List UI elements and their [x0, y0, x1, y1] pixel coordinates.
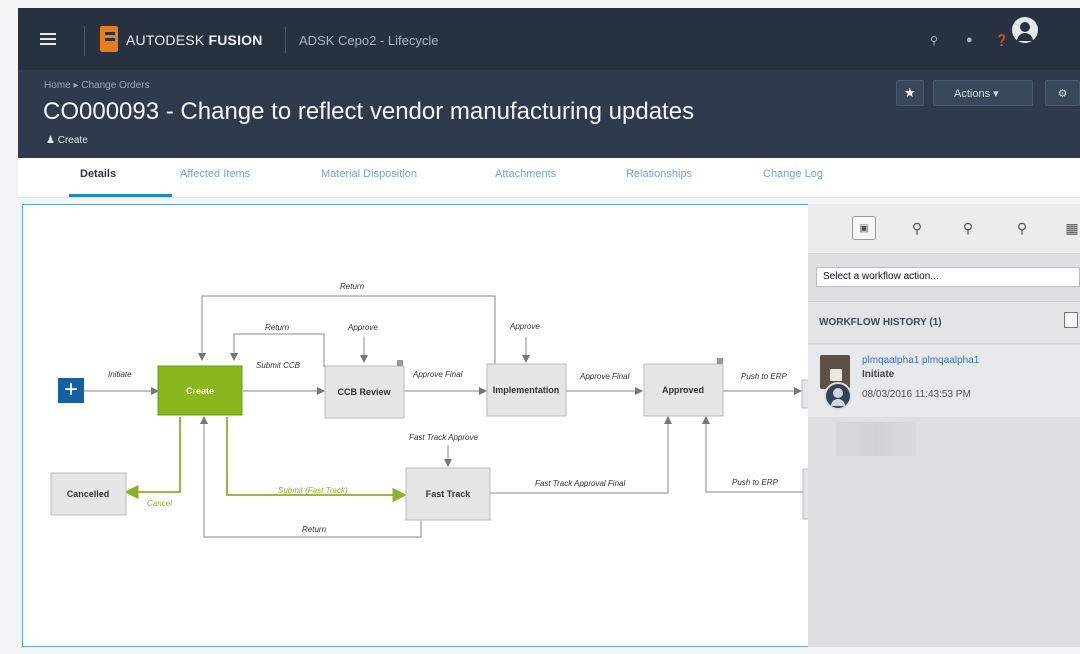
workflow-history-header: WORKFLOW HISTORY (1): [808, 301, 1080, 344]
history-report-icon[interactable]: [1064, 312, 1078, 328]
workspace-name[interactable]: ADSK Cepo2 - Lifecycle: [299, 33, 438, 48]
workflow-sidebar: ▣ ⚲ ⚲ ⚲ ▦ Select a workflow action... WO…: [808, 204, 1080, 647]
label-return-top: Return: [340, 282, 365, 291]
zoom-in-icon[interactable]: ⚲: [956, 216, 980, 240]
label-cancel: Cancel: [147, 499, 172, 508]
lock-icon: [397, 360, 403, 366]
state-label-fast-track: Fast Track: [426, 489, 472, 499]
tab-material-disposition[interactable]: Material Disposition: [321, 168, 417, 180]
label-push-erp-2: Push to ERP: [732, 478, 778, 487]
label-initiate: Initiate: [108, 370, 132, 379]
divider: [84, 26, 85, 56]
plus-icon: +: [64, 376, 78, 403]
help-icon[interactable]: ❓: [995, 34, 1009, 47]
edge-submit-fast: [226, 417, 407, 503]
entry-user[interactable]: plmqaalpha1 plmqaalpha1: [862, 355, 979, 366]
workflow-canvas[interactable]: + Create CCB Review Implementation Appro…: [22, 204, 816, 647]
label-return-bottom: Return: [302, 525, 327, 534]
zoom-toolbar: ▣ ⚲ ⚲ ⚲ ▦: [808, 204, 1080, 254]
label-approve-final-1: Approve Final: [412, 370, 463, 379]
state-label-implementation: Implementation: [493, 385, 560, 395]
fusion-logo-icon: [100, 26, 118, 52]
more-button[interactable]: ⚙: [1045, 80, 1080, 106]
state-label-cancelled: Cancelled: [67, 489, 110, 499]
label-approve-final-2: Approve Final: [579, 372, 630, 381]
history-entry: plmqaalpha1 plmqaalpha1 Initiate 08/03/2…: [808, 345, 1080, 417]
breadcrumb[interactable]: Home ▸ Change Orders: [44, 80, 150, 91]
label-approve-impl: Approve: [509, 322, 540, 331]
edge-cancel: [124, 417, 181, 500]
entry-avatar-icon: [824, 382, 852, 410]
search-icon[interactable]: ⚲: [930, 34, 938, 47]
state-label-approved: Approved: [662, 385, 704, 395]
tab-affected-items[interactable]: Affected Items: [180, 168, 250, 180]
tab-details[interactable]: Details: [80, 168, 116, 180]
gear-icon: ⚙: [1057, 88, 1068, 100]
workflow-history-title: WORKFLOW HISTORY (1): [819, 317, 942, 328]
state-label-ccb-review: CCB Review: [337, 387, 391, 397]
label-fast-track-approve: Fast Track Approve: [409, 433, 478, 442]
table-view-icon[interactable]: ▦: [1060, 216, 1080, 240]
label-fast-track-final: Fast Track Approval Final: [535, 479, 625, 488]
entry-timestamp: 08/03/2016 11:43:53 PM: [862, 389, 971, 400]
active-tab-indicator: [69, 194, 172, 197]
zoom-out-icon[interactable]: ⚲: [1010, 216, 1034, 240]
tab-attachments[interactable]: Attachments: [495, 168, 556, 180]
user-icon: ♟: [46, 135, 55, 146]
entry-action: Initiate: [862, 369, 895, 380]
fit-view-icon[interactable]: ▣: [852, 216, 876, 240]
page-title: CO000093 - Change to reflect vendor manu…: [43, 98, 695, 125]
divider: [285, 27, 286, 53]
tab-relationships[interactable]: Relationships: [626, 168, 692, 180]
brand-name: AUTODESK FUSION: [126, 32, 263, 48]
user-avatar-icon[interactable]: [1012, 17, 1038, 43]
actions-button[interactable]: Actions ▾: [933, 80, 1033, 106]
top-bar: AUTODESK FUSION ADSK Cepo2 - Lifecycle ⚲…: [18, 8, 1080, 70]
notification-icon[interactable]: ●: [966, 34, 973, 46]
tab-bar: Details Affected Items Material Disposit…: [18, 158, 1080, 198]
workflow-diagram: + Create CCB Review Implementation Appro…: [50, 282, 816, 538]
state-label: ♟ Create: [46, 135, 88, 146]
chevron-down-icon: ▾: [993, 88, 999, 100]
hamburger-menu-icon[interactable]: [40, 33, 56, 45]
tab-change-log[interactable]: Change Log: [763, 168, 823, 180]
lock-icon: [717, 358, 723, 364]
edge-return-bottom: [200, 416, 422, 538]
blurred-content: [836, 422, 916, 456]
label-push-erp-1: Push to ERP: [741, 372, 787, 381]
star-icon: ★: [904, 85, 916, 100]
zoom-reset-icon[interactable]: ⚲: [905, 216, 929, 240]
favorite-button[interactable]: ★: [896, 80, 924, 106]
workflow-action-select[interactable]: Select a workflow action...: [816, 267, 1080, 287]
label-submit-fast: Submit (Fast Track): [278, 486, 348, 495]
label-submit-ccb: Submit CCB: [256, 361, 301, 370]
state-label-create: Create: [186, 386, 214, 396]
label-approve-ccb: Approve: [347, 323, 378, 332]
label-return-mid: Return: [265, 323, 290, 332]
